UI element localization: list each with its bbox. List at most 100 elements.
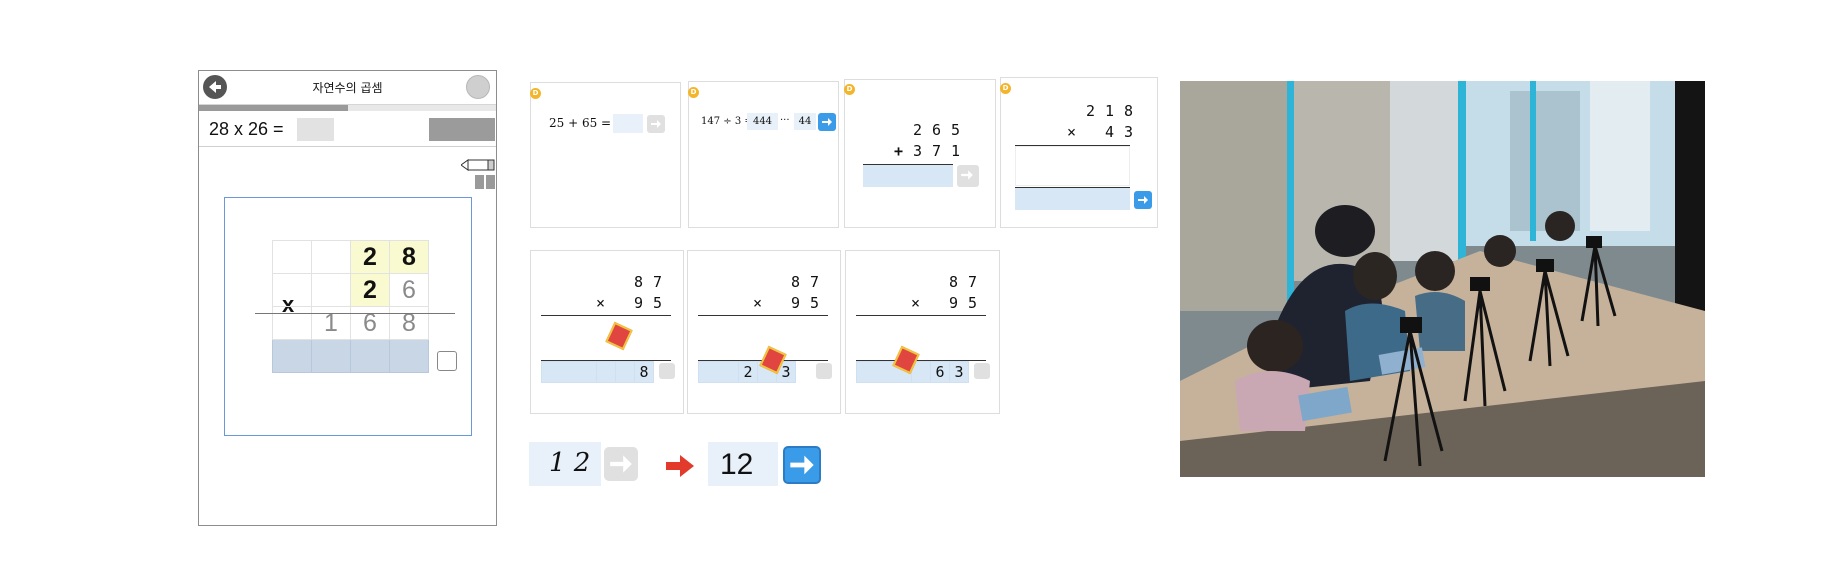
erase-step-card-3: 8 7 × 9 5 6 3 bbox=[845, 250, 1000, 414]
grid-cell: 7 bbox=[809, 272, 820, 291]
arrow-right-icon bbox=[651, 120, 661, 128]
answer-cell[interactable]: 6 bbox=[930, 361, 950, 383]
grid-cell: 8 bbox=[389, 240, 429, 274]
grid-cell bbox=[610, 292, 629, 313]
expression-text: 147 ÷ 3 = bbox=[701, 116, 753, 127]
grid-cell: 2 bbox=[350, 273, 390, 307]
answer-cell[interactable] bbox=[272, 339, 312, 373]
answer-cell[interactable]: 3 bbox=[949, 361, 969, 383]
recognized-text: 12 bbox=[720, 448, 754, 481]
grid-cell bbox=[311, 273, 351, 307]
recognized-input[interactable]: 12 bbox=[708, 442, 778, 486]
answer-row[interactable] bbox=[272, 339, 429, 373]
arrow-right-icon bbox=[790, 455, 814, 475]
grid-cell: 8 bbox=[948, 272, 959, 291]
answer-cell[interactable] bbox=[389, 339, 429, 373]
app-header: 자연수의 곱셈 bbox=[199, 71, 496, 105]
back-button[interactable] bbox=[203, 75, 227, 99]
grid-cell: 8 bbox=[790, 272, 801, 291]
red-arrow-icon bbox=[666, 455, 694, 477]
sum-line bbox=[541, 315, 671, 316]
grid-cell: 7 bbox=[931, 141, 942, 160]
multiplication-grid: 8 7 × 9 5 bbox=[906, 271, 982, 313]
answer-row[interactable] bbox=[863, 165, 953, 187]
submit-button[interactable] bbox=[429, 118, 495, 141]
table-row: 2 8 bbox=[272, 240, 429, 274]
submit-button[interactable] bbox=[1134, 191, 1152, 209]
table-row: 2 1 8 bbox=[1043, 100, 1138, 121]
table-row: × 9 5 bbox=[591, 292, 667, 313]
remainder-field[interactable]: 44 bbox=[794, 113, 816, 130]
submit-button[interactable] bbox=[783, 446, 821, 484]
level-badge: D bbox=[844, 84, 855, 95]
answer-row[interactable] bbox=[1015, 188, 1130, 210]
answer-cell[interactable]: 8 bbox=[634, 361, 654, 383]
answer-field[interactable] bbox=[297, 118, 334, 141]
grid-cell: 5 bbox=[967, 293, 978, 312]
grid-cell bbox=[767, 271, 786, 292]
level-badge: D bbox=[688, 87, 699, 98]
answer-cell[interactable] bbox=[596, 361, 616, 383]
answer-cell[interactable] bbox=[541, 361, 597, 383]
multiplication-grid: 2 1 8 × 4 3 bbox=[1043, 100, 1138, 142]
work-area[interactable]: x 2 8 2 6 1 6 8 bbox=[224, 197, 472, 436]
grid-cell: 2 bbox=[1085, 101, 1096, 120]
answer-cell[interactable] bbox=[311, 339, 351, 373]
table-row: 2 6 5 bbox=[889, 119, 965, 140]
problem-row: 28 x 26 = bbox=[199, 111, 496, 147]
grid-toggle-icon[interactable] bbox=[475, 175, 495, 189]
handwritten-input[interactable]: 1 2 bbox=[529, 442, 601, 486]
table-row: 8 7 bbox=[591, 271, 667, 292]
partial-products-area[interactable] bbox=[1015, 146, 1130, 186]
submit-button[interactable] bbox=[659, 363, 675, 379]
operator-cell: × bbox=[910, 293, 921, 312]
grid-cell: 6 bbox=[931, 120, 942, 139]
grid-cell: 5 bbox=[809, 293, 820, 312]
grid-cell: 7 bbox=[652, 272, 663, 291]
operator-cell: × bbox=[1066, 122, 1077, 141]
grid-cell: 7 bbox=[967, 272, 978, 291]
grid-cell bbox=[1043, 121, 1062, 142]
grid-cell: 4 bbox=[1104, 122, 1115, 141]
arrow-right-icon bbox=[961, 170, 973, 180]
quotient-field[interactable]: 444 bbox=[747, 113, 778, 130]
level-badge: D bbox=[1000, 83, 1011, 94]
answer-cell[interactable] bbox=[698, 361, 739, 383]
grid-cell bbox=[272, 273, 312, 307]
submit-button[interactable] bbox=[974, 363, 990, 379]
grid-cell: 1 bbox=[311, 306, 351, 340]
pencil-icon[interactable] bbox=[460, 157, 495, 171]
submit-button[interactable] bbox=[818, 113, 836, 131]
eraser-icon bbox=[605, 321, 633, 351]
grid-cell bbox=[591, 271, 610, 292]
erase-step-card-2: 8 7 × 9 5 2 3 bbox=[687, 250, 841, 414]
level-badge: D bbox=[530, 88, 541, 99]
answer-field[interactable] bbox=[613, 114, 643, 133]
grid-cell bbox=[1081, 121, 1100, 142]
avatar[interactable] bbox=[466, 75, 490, 99]
example-card-addition-vertical: D 2 6 5 + 3 7 1 bbox=[844, 79, 996, 228]
grid-cell bbox=[272, 240, 312, 274]
answer-cell[interactable] bbox=[615, 361, 635, 383]
arrow-right-icon bbox=[610, 455, 632, 473]
answer-cell[interactable] bbox=[350, 339, 390, 373]
grid-cell: 8 bbox=[1123, 101, 1134, 120]
page-title: 자연수의 곱셈 bbox=[312, 81, 383, 95]
answer-row[interactable]: 8 bbox=[541, 361, 654, 383]
table-row: + 3 7 1 bbox=[889, 140, 965, 161]
submit-button[interactable] bbox=[647, 115, 665, 133]
answer-cell[interactable]: 2 bbox=[738, 361, 758, 383]
submit-button[interactable] bbox=[957, 165, 979, 187]
handwritten-text: 1 2 bbox=[549, 448, 591, 478]
grid-cell: 8 bbox=[633, 272, 644, 291]
back-arrow-icon bbox=[209, 81, 221, 93]
operator-cell: + bbox=[893, 141, 904, 160]
check-button[interactable] bbox=[437, 351, 457, 371]
classroom-photo bbox=[1180, 81, 1705, 477]
table-row: 2 6 bbox=[272, 273, 429, 307]
submit-button[interactable] bbox=[604, 447, 638, 481]
submit-button[interactable] bbox=[816, 363, 832, 379]
grid-cell: 1 bbox=[1104, 101, 1115, 120]
sum-line bbox=[698, 315, 828, 316]
grid-cell: 1 bbox=[950, 141, 961, 160]
